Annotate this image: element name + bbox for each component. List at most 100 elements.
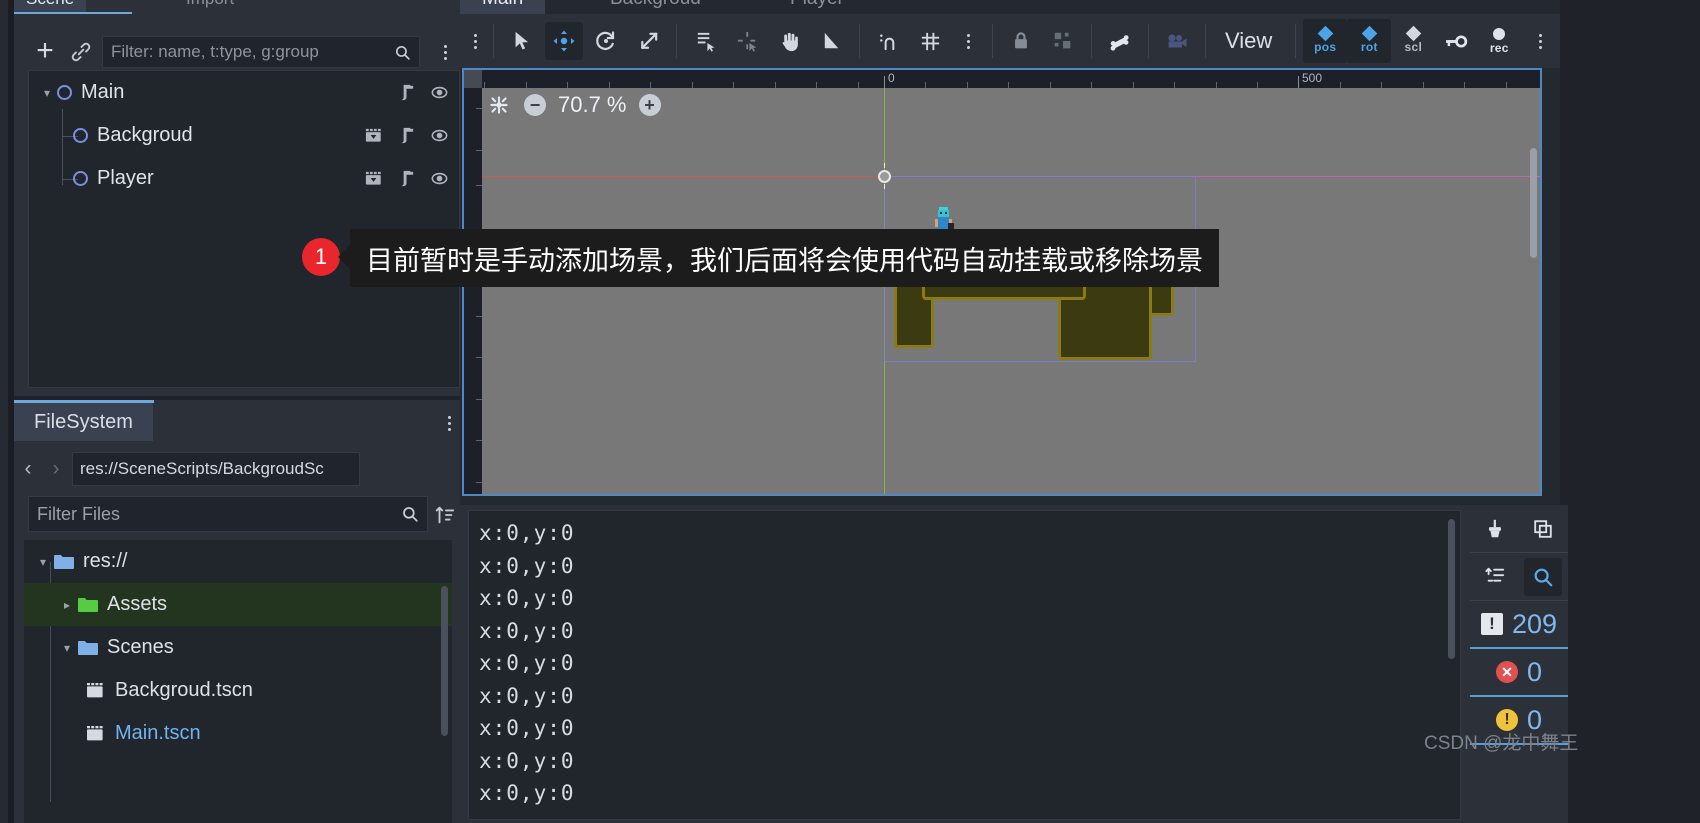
left-edge-rail (0, 0, 8, 823)
skeleton-bone-button[interactable] (1101, 22, 1139, 60)
filesystem-filter-field[interactable] (28, 496, 428, 532)
snap-mode-button[interactable] (869, 22, 907, 60)
scene-dock-tabs: Scene Import (14, 0, 460, 14)
filesystem-path-field[interactable]: res://SceneScripts/BackgroudSc (72, 452, 360, 486)
grid-snap-button[interactable] (911, 22, 949, 60)
chevron-right-icon[interactable]: ▸ (58, 598, 76, 612)
key-scale-button[interactable]: scl (1391, 19, 1435, 63)
error-count-button[interactable]: ✕ 0 (1470, 649, 1568, 697)
tab-scene[interactable]: Scene (14, 0, 87, 12)
filesystem-sort-icon[interactable] (434, 504, 456, 526)
script-icon[interactable] (397, 169, 416, 188)
message-count-button[interactable]: ! 209 (1470, 601, 1568, 649)
output-scrollbar[interactable] (1448, 519, 1455, 659)
scene-options-menu-icon[interactable] (434, 40, 456, 64)
search-output-button[interactable] (1524, 557, 1562, 596)
zoom-in-button[interactable]: + (638, 94, 661, 116)
output-side-toolbar: ! 209 ✕ 0 ! 0 (1470, 505, 1568, 823)
filesystem-path-row: ‹ › res://SceneScripts/BackgroudSc (14, 450, 460, 488)
annotation-badge: 1 (302, 238, 340, 276)
open-scene-instance-icon[interactable] (364, 126, 383, 145)
group-squares-icon (1054, 32, 1071, 49)
fs-item-label: Scenes (107, 636, 174, 658)
chevron-down-icon[interactable]: ▾ (34, 555, 52, 569)
scene-node-label: Main (81, 81, 125, 103)
output-line: x:0,y:0 (479, 618, 575, 643)
toolbar-overflow-menu-icon[interactable] (464, 28, 486, 54)
fs-item-main-tscn[interactable]: Main.tscn (24, 712, 452, 755)
key-position-button[interactable]: pos (1303, 19, 1348, 63)
nav-back-button[interactable]: ‹ (14, 457, 42, 481)
toolbar-separator (1148, 24, 1149, 58)
fs-item-backgroud-tscn[interactable]: Backgroud.tscn (24, 669, 452, 712)
annotation-callout: 目前暂时是手动添加场景，我们后面将会使用代码自动挂载或移除场景 (350, 229, 1219, 287)
origin-handle[interactable] (878, 170, 891, 183)
open-scene-instance-icon[interactable] (364, 169, 383, 188)
output-line: x:0,y:0 (479, 781, 575, 805)
scene-node-player[interactable]: Player (29, 157, 459, 200)
scene-tab-main[interactable]: Main (460, 0, 546, 14)
group-node-button[interactable] (1044, 22, 1082, 60)
script-icon[interactable] (397, 126, 416, 145)
scene-filter-input[interactable] (111, 42, 394, 62)
filesystem-filter-input[interactable] (37, 503, 401, 525)
filesystem-options-menu-icon[interactable] (438, 412, 460, 434)
folder-icon (78, 640, 98, 656)
watermark: CSDN @龙中舞王 (1424, 733, 1579, 754)
instance-scene-icon[interactable] (66, 38, 96, 66)
camera-override-button[interactable] (1158, 22, 1196, 60)
canvas-toolbar: View pos rot scl rec (460, 14, 1560, 68)
zoom-out-button[interactable]: − (524, 94, 546, 116)
fs-item-assets[interactable]: ▸ Assets (24, 583, 452, 626)
animation-record-button[interactable]: rec (1477, 19, 1521, 63)
script-icon[interactable] (397, 83, 416, 102)
visibility-eye-icon[interactable] (430, 83, 449, 102)
nav-forward-button[interactable]: › (42, 457, 70, 481)
visibility-eye-icon[interactable] (430, 169, 449, 188)
fs-item-scenes[interactable]: ▾ Scenes (24, 626, 452, 669)
zoom-reset-icon[interactable] (486, 92, 512, 118)
tab-filesystem[interactable]: FileSystem (14, 403, 153, 441)
pivot-tool-button[interactable] (728, 22, 766, 60)
pan-tool-button[interactable] (770, 22, 808, 60)
chevron-down-icon[interactable]: ▾ (58, 641, 76, 655)
chevron-down-icon[interactable]: ▾ (39, 86, 55, 100)
visibility-eye-icon[interactable] (430, 126, 449, 145)
output-line: x:0,y:0 (479, 683, 575, 708)
ruler-tool-button[interactable] (812, 22, 850, 60)
fs-item-res-root[interactable]: ▾ res:// (24, 540, 452, 583)
cursor-arrow-icon (515, 31, 529, 50)
scene-filter-field[interactable] (102, 36, 420, 68)
view-menu-button[interactable]: View (1213, 28, 1288, 54)
rotate-tool-button[interactable] (587, 22, 625, 60)
folder-icon (78, 597, 98, 613)
search-icon (403, 507, 418, 522)
rotate-icon (596, 31, 615, 50)
add-node-button[interactable]: + (28, 34, 62, 68)
lock-node-button[interactable] (1002, 22, 1040, 60)
animation-options-menu-icon[interactable] (1529, 28, 1551, 54)
scene-node-backgroud[interactable]: Backgroud (29, 114, 459, 157)
scene-tab-bar: Main Backgroud Player (460, 0, 1560, 14)
insert-key-button[interactable] (1437, 22, 1475, 60)
select-tool-button[interactable] (503, 22, 541, 60)
output-log[interactable]: x:0,y:0 x:0,y:0 x:0,y:0 x:0,y:0 x:0,y:0 … (468, 510, 1461, 820)
move-tool-button[interactable] (545, 22, 583, 60)
canvas-2d-surface[interactable] (482, 88, 1540, 494)
scene-tab-player[interactable]: Player (768, 0, 866, 14)
scale-tool-button[interactable] (629, 22, 667, 60)
scene-tab-backgroud[interactable]: Backgroud (588, 0, 723, 14)
filesystem-tree[interactable]: ▾ res:// ▸ Assets ▾ Scenes Backgroud.tsc… (24, 540, 452, 823)
scene-node-main[interactable]: ▾ Main (29, 71, 459, 114)
tab-import[interactable]: Import (174, 0, 246, 12)
key-rotation-button[interactable]: rot (1347, 19, 1392, 63)
clear-output-button[interactable] (1476, 510, 1514, 548)
list-select-tool-button[interactable] (686, 22, 724, 60)
canvas-vertical-scrollbar[interactable] (1530, 148, 1537, 258)
collapse-output-button[interactable] (1476, 558, 1514, 596)
key-position-label: pos (1314, 40, 1337, 54)
snap-options-menu-icon[interactable] (957, 28, 979, 54)
filesystem-scrollbar[interactable] (441, 586, 448, 736)
copy-output-button[interactable] (1524, 510, 1562, 548)
output-filter-row (1470, 553, 1568, 601)
